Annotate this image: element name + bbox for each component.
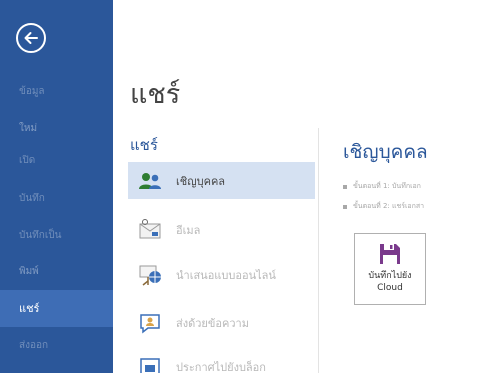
step-text: ขั้นตอนที่ 1: บันทึกเอก (353, 182, 421, 190)
step-text: ขั้นตอนที่ 2: แชร์เอกสา (353, 202, 425, 210)
column-divider (318, 128, 319, 373)
share-option-label: ส่งด้วยข้อความ (176, 316, 249, 330)
back-arrow-icon (24, 32, 38, 44)
share-option-send-message[interactable]: ส่งด้วยข้อความ (128, 304, 315, 341)
share-option-post-blog[interactable]: ประกาศไปยังบล็อก (128, 348, 315, 373)
email-icon (139, 218, 161, 238)
save-to-cloud-button[interactable]: บันทึกไปยัง Cloud (354, 233, 426, 305)
bullet-icon (343, 204, 347, 209)
present-online-icon (139, 265, 161, 286)
nav-item-save[interactable]: บันทึก (0, 180, 113, 217)
page-title: แชร์ (130, 79, 181, 110)
message-icon (140, 313, 160, 334)
back-button[interactable] (16, 23, 46, 53)
people-icon (139, 172, 161, 189)
save-to-cloud-label-line1: บันทึกไปยัง (368, 271, 412, 281)
share-option-label: ประกาศไปยังบล็อก (176, 360, 266, 373)
nav-item-info[interactable]: ข้อมูล (0, 73, 113, 110)
share-option-invite-people[interactable]: เชิญบุคคล (128, 162, 315, 199)
nav-item-open[interactable]: เปิด (0, 142, 113, 179)
panel-title: เชิญบุคคล (343, 141, 428, 163)
share-option-label: อีเมล (176, 223, 201, 237)
nav-item-share[interactable]: แชร์ (0, 290, 113, 327)
section-label: แชร์ (130, 136, 158, 154)
floppy-disk-icon (380, 244, 400, 264)
step-2: ขั้นตอนที่ 2: แชร์เอกสา (343, 201, 424, 212)
nav-item-save-as[interactable]: บันทึกเป็น (0, 217, 113, 254)
backstage-nav: ข้อมูล ใหม่ เปิด บันทึก บันทึกเป็น พิมพ์… (0, 0, 113, 373)
share-option-present-online[interactable]: นำเสนอแบบออนไลน์ (128, 256, 315, 293)
bullet-icon (343, 184, 347, 189)
nav-item-export[interactable]: ส่งออก (0, 327, 113, 364)
nav-item-print[interactable]: พิมพ์ (0, 253, 113, 290)
blog-icon (140, 357, 160, 373)
share-option-label: เชิญบุคคล (176, 174, 226, 188)
save-to-cloud-label-line2: Cloud (377, 283, 403, 293)
share-option-label: นำเสนอแบบออนไลน์ (176, 268, 276, 282)
share-option-email[interactable]: อีเมล (128, 211, 315, 248)
step-1: ขั้นตอนที่ 1: บันทึกเอก (343, 181, 421, 192)
